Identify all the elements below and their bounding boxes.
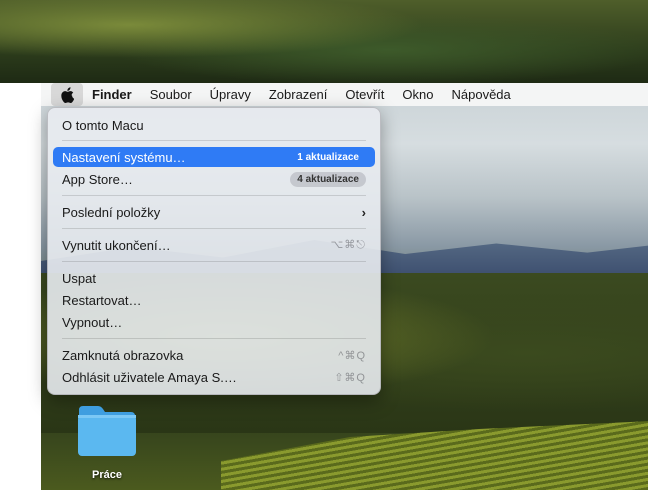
menu-edit[interactable]: Úpravy xyxy=(201,83,260,106)
menu-separator xyxy=(62,228,366,229)
menu-item-sleep-label: Uspat xyxy=(62,270,96,286)
menu-item-about-label: O tomto Macu xyxy=(62,117,144,133)
apple-menu-icon[interactable] xyxy=(51,83,83,106)
menu-finder[interactable]: Finder xyxy=(83,83,141,106)
menu-item-shutdown[interactable]: Vypnout… xyxy=(53,312,375,332)
menu-bar: Finder Soubor Úpravy Zobrazení Otevřít O… xyxy=(41,83,648,106)
menu-item-shutdown-label: Vypnout… xyxy=(62,314,123,330)
update-badge: 4 aktualizace xyxy=(290,171,366,187)
chevron-right-icon: › xyxy=(361,204,366,220)
menu-item-restart[interactable]: Restartovat… xyxy=(53,290,375,310)
menu-separator xyxy=(62,195,366,196)
keyboard-shortcut: ^⌘Q xyxy=(338,349,366,362)
menu-item-app-store-label: App Store… xyxy=(62,171,133,187)
menu-item-log-out[interactable]: Odhlásit uživatele Amaya S.… ⇧⌘Q xyxy=(53,367,375,387)
menu-item-restart-label: Restartovat… xyxy=(62,292,142,308)
apple-menu-dropdown: O tomto Macu Nastavení systému… 1 aktual… xyxy=(47,107,381,395)
update-badge: 1 aktualizace xyxy=(297,151,359,163)
menu-separator xyxy=(62,261,366,262)
menu-go[interactable]: Otevřít xyxy=(336,83,393,106)
menu-separator xyxy=(62,338,366,339)
menu-item-recent-items-label: Poslední položky xyxy=(62,204,161,220)
menu-item-force-quit[interactable]: Vynutit ukončení… ⌥⌘⎋ xyxy=(53,235,375,255)
menu-item-lock-screen[interactable]: Zamknutá obrazovka ^⌘Q xyxy=(53,345,375,365)
menu-separator xyxy=(62,140,366,141)
keyboard-shortcut: ⌥⌘⎋ xyxy=(330,239,366,251)
menu-item-system-settings[interactable]: Nastavení systému… 1 aktualizace xyxy=(53,147,375,167)
menu-item-force-quit-label: Vynutit ukončení… xyxy=(62,237,171,253)
menu-item-recent-items[interactable]: Poslední položky › xyxy=(53,202,375,222)
menu-help[interactable]: Nápověda xyxy=(442,83,519,106)
keyboard-shortcut: ⇧⌘Q xyxy=(334,371,366,384)
menu-item-lock-screen-label: Zamknutá obrazovka xyxy=(62,347,184,363)
menu-window[interactable]: Okno xyxy=(393,83,442,106)
menu-item-system-settings-label: Nastavení systému… xyxy=(62,149,186,165)
menu-item-app-store[interactable]: App Store… 4 aktualizace xyxy=(53,169,375,189)
menu-file[interactable]: Soubor xyxy=(141,83,201,106)
menu-item-sleep[interactable]: Uspat xyxy=(53,268,375,288)
folder-label[interactable]: Práce xyxy=(70,469,144,481)
wallpaper-top xyxy=(0,0,648,83)
menu-item-log-out-label: Odhlásit uživatele Amaya S.… xyxy=(62,369,237,385)
menu-view[interactable]: Zobrazení xyxy=(260,83,337,106)
folder-icon[interactable] xyxy=(76,404,138,458)
menu-item-about[interactable]: O tomto Macu xyxy=(53,115,375,135)
